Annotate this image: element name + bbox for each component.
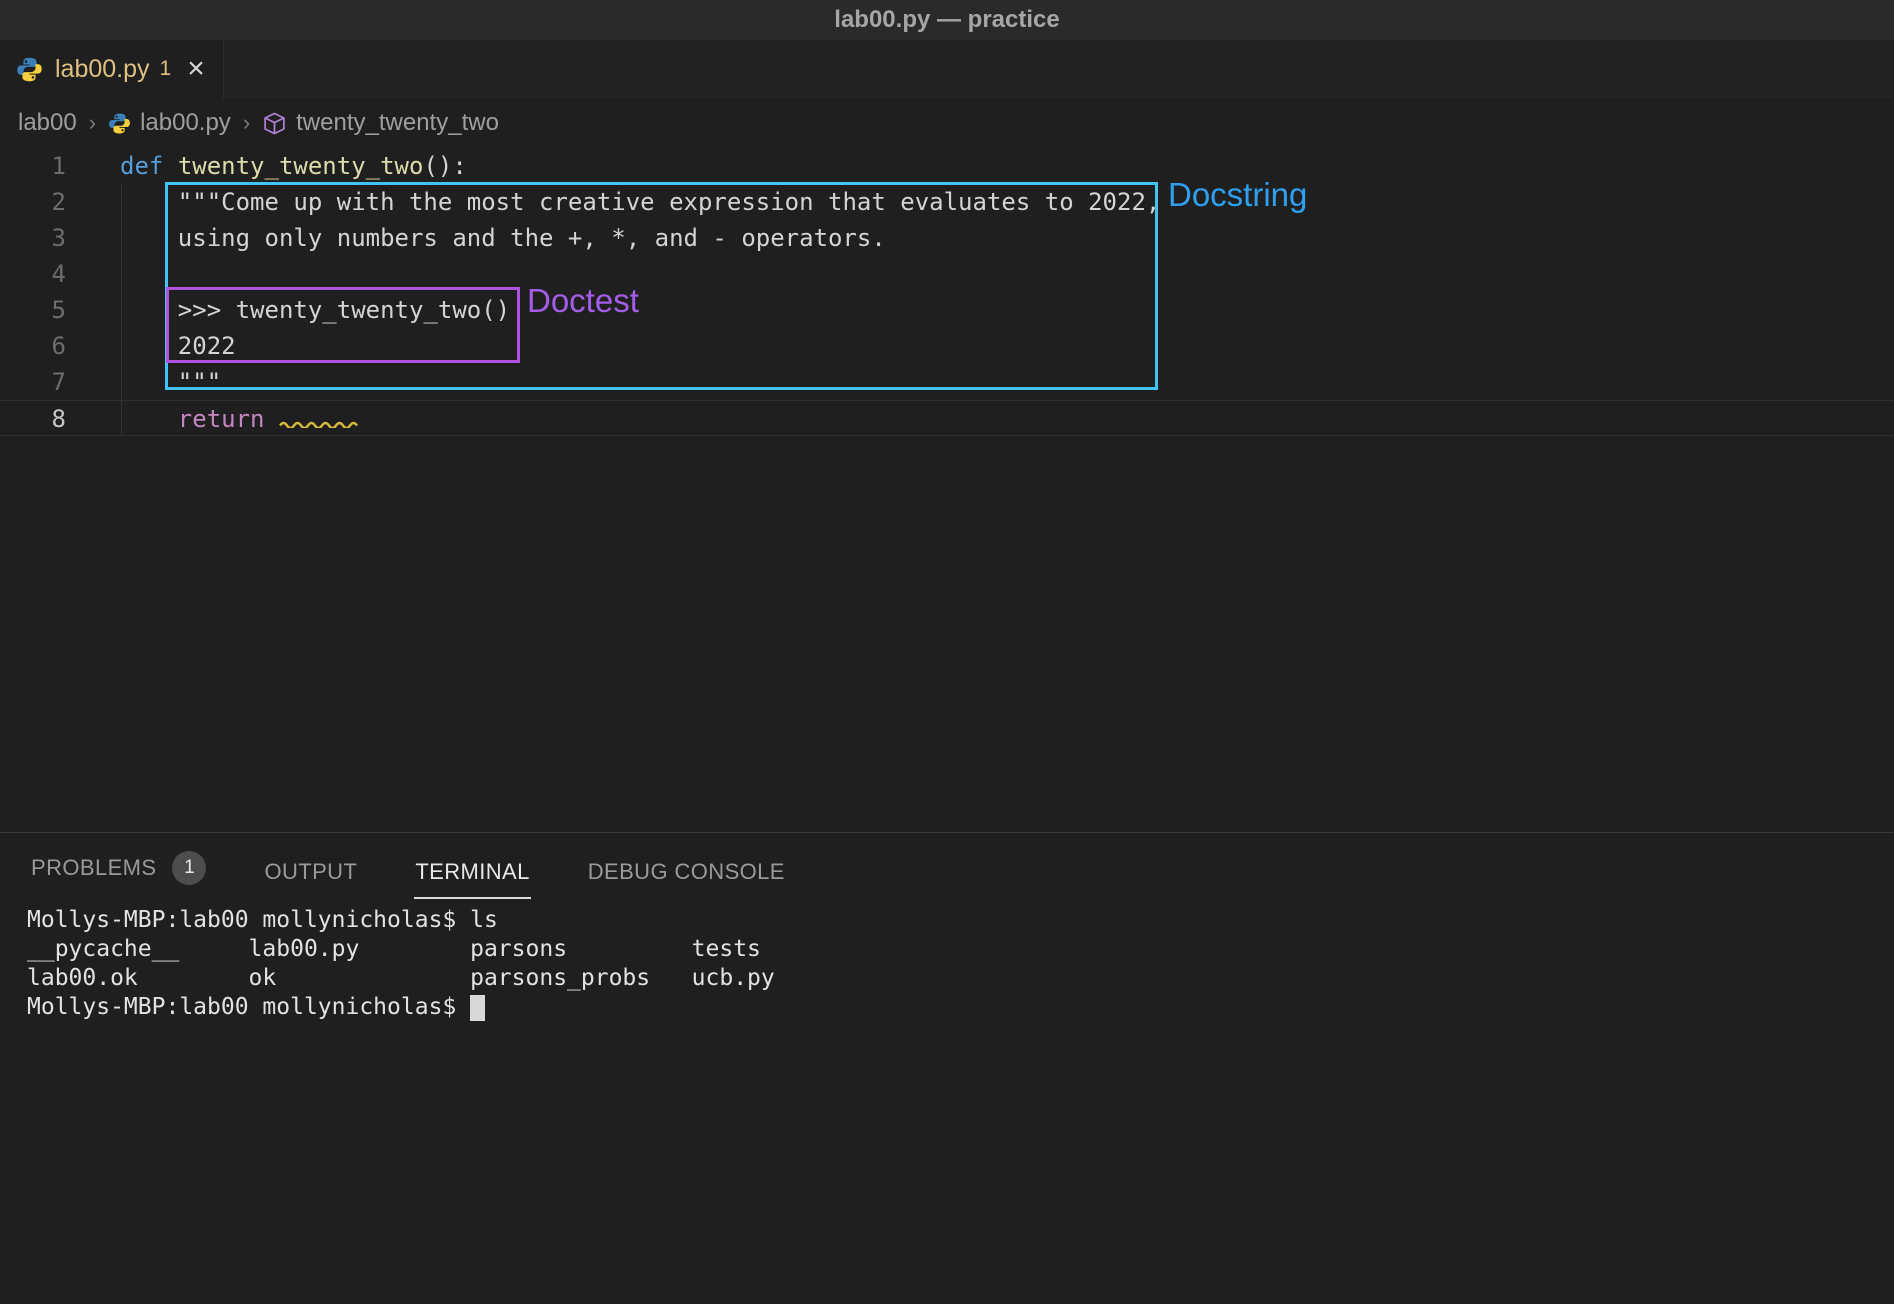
doctest-annotation-label: Doctest [527,282,639,320]
tab-lab00[interactable]: lab00.py 1 × [0,40,224,98]
terminal-line: Mollys-MBP:lab00 mollynicholas$ [27,993,470,1022]
line-number: 7 [0,364,66,400]
panel-tab-label: OUTPUT [264,859,357,885]
tab-problem-count-badge: 1 [160,57,172,81]
token-space [163,152,177,180]
token-space [265,405,279,433]
code-editor[interactable]: 1 def twenty_twenty_two(): 2 """Come up … [0,148,1894,832]
panel-tab-bar: PROBLEMS 1 OUTPUT TERMINAL DEBUG CONSOLE [0,833,1894,899]
panel-tab-label: TERMINAL [415,859,529,885]
terminal-prompt-row: Mollys-MBP:lab00 mollynicholas$ [27,993,1894,1022]
vscode-window: lab00.py — practice lab00.py 1 × lab00 ›… [0,0,1894,1304]
docstring-text: """ [120,364,221,400]
doctest-text: >>> twenty_twenty_two() [120,292,510,328]
code-line-6[interactable]: 6 2022 [0,328,1894,364]
terminal-cursor [470,995,485,1021]
window-title: lab00.py — practice [834,6,1059,34]
python-icon [108,112,131,135]
warning-squiggle [279,419,361,428]
code-line-7[interactable]: 7 """ [0,364,1894,400]
terminal-line: Mollys-MBP:lab00 mollynicholas$ ls [27,906,1894,935]
line-number: 5 [0,292,66,328]
chevron-right-icon: › [89,110,96,136]
line-number: 6 [0,328,66,364]
code-line-3[interactable]: 3 using only numbers and the +, *, and -… [0,220,1894,256]
terminal-output[interactable]: Mollys-MBP:lab00 mollynicholas$ ls __pyc… [0,899,1894,1022]
breadcrumb: lab00 › lab00.py › twenty_twenty_two [0,98,1894,148]
terminal-line: lab00.ok ok parsons_probs ucb.py [27,964,1894,993]
docstring-text: """Come up with the most creative expres… [120,184,1160,220]
code-text: return [120,401,361,435]
token-def-keyword: def [120,152,163,180]
doctest-text: 2022 [120,328,236,364]
code-text: def twenty_twenty_two(): [120,148,467,184]
line-number: 2 [0,184,66,220]
docstring-annotation-label: Docstring [1168,176,1307,214]
line-number: 8 [0,401,66,435]
python-icon [16,56,43,83]
line-number: 3 [0,220,66,256]
breadcrumb-item-symbol[interactable]: twenty_twenty_two [296,109,499,137]
breadcrumb-item-file[interactable]: lab00.py [140,109,231,137]
line-number: 4 [0,256,66,292]
tab-problems[interactable]: PROBLEMS 1 [30,837,207,899]
tab-label: lab00.py [55,55,150,84]
breadcrumb-item-lab00[interactable]: lab00 [18,109,77,137]
chevron-right-icon: › [243,110,250,136]
terminal-line: __pycache__ lab00.py parsons tests [27,935,1894,964]
tab-bar: lab00.py 1 × [0,40,1894,98]
code-line-2[interactable]: 2 """Come up with the most creative expr… [0,184,1894,220]
close-icon[interactable]: × [187,54,205,84]
code-line-1[interactable]: 1 def twenty_twenty_two(): [0,148,1894,184]
token-return-keyword: return [120,405,265,433]
docstring-text: using only numbers and the +, *, and - o… [120,220,886,256]
code-line-8-current[interactable]: 8 return [0,400,1894,436]
tab-debug-console[interactable]: DEBUG CONSOLE [587,845,786,899]
token-punctuation: (): [423,152,466,180]
titlebar: lab00.py — practice [0,0,1894,40]
line-number: 1 [0,148,66,184]
tab-terminal[interactable]: TERMINAL [414,845,530,899]
symbol-cube-icon [262,111,287,136]
bottom-panel: PROBLEMS 1 OUTPUT TERMINAL DEBUG CONSOLE… [0,832,1894,1304]
problems-count-badge: 1 [172,851,206,885]
panel-tab-label: DEBUG CONSOLE [588,859,785,885]
code-line-4[interactable]: 4 [0,256,1894,292]
panel-tab-label: PROBLEMS [31,855,156,881]
tab-output[interactable]: OUTPUT [263,845,358,899]
token-function-name: twenty_twenty_two [178,152,424,180]
code-line-5[interactable]: 5 >>> twenty_twenty_two() [0,292,1894,328]
